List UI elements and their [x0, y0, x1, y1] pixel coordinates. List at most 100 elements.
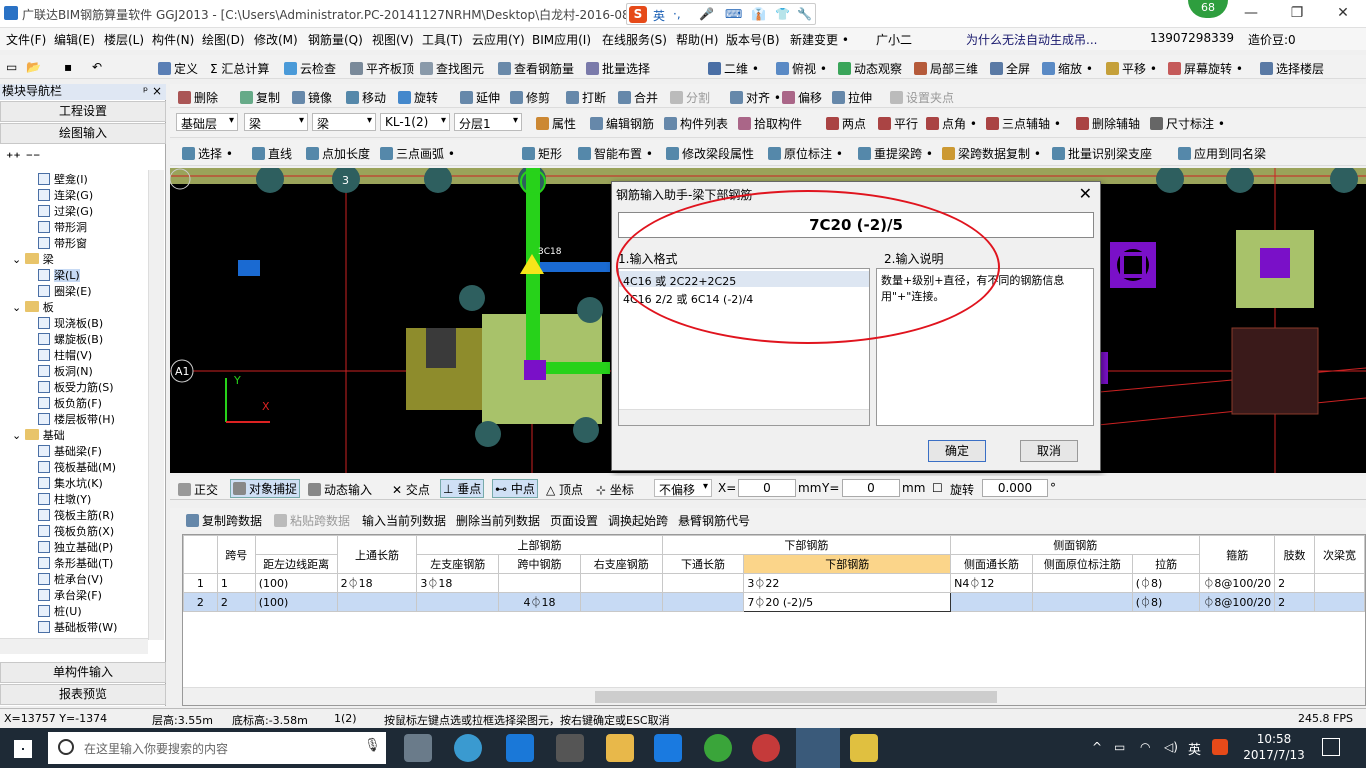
notes-app-icon[interactable] — [850, 734, 878, 762]
edge-icon[interactable] — [506, 734, 534, 762]
nav-hscrollbar[interactable] — [0, 638, 148, 654]
tray-volume-icon[interactable]: ◁) — [1164, 740, 1178, 754]
column-circle[interactable] — [1226, 168, 1254, 193]
user-phone[interactable]: 13907298339 — [1150, 31, 1234, 45]
clock-time[interactable]: 10:58 — [1246, 732, 1302, 746]
ortho-toggle[interactable]: 正交 — [178, 481, 218, 498]
menu-help[interactable]: 帮助(H) — [676, 31, 718, 48]
file-explorer-icon[interactable] — [606, 734, 634, 762]
tree-item[interactable]: 基础梁(F) — [38, 444, 102, 460]
table-row[interactable]: 1 1 (100) 2⏀18 3⏀18 3⏀22 N4⏀12 (⏀8) ⏀8@1… — [183, 573, 1365, 593]
column-circle[interactable] — [475, 421, 501, 447]
menu-guangxiaoer[interactable]: 广小二 — [876, 31, 912, 48]
tree-item[interactable]: 条形基础(T) — [38, 556, 113, 572]
span-data-grid[interactable]: 跨号 上通长筋 上部钢筋 下部钢筋 侧面钢筋 箍筋 肢数 次梁宽 距左边线距离 … — [182, 534, 1366, 706]
tree-item[interactable]: 柱帽(V) — [38, 348, 92, 364]
perpendicular-snap[interactable]: ⊥ 垂点 — [440, 479, 485, 498]
cloud-check-button[interactable]: 云检查 — [284, 60, 336, 77]
dynamic-view-button[interactable]: 动态观察 — [838, 60, 902, 77]
tree-item[interactable]: 带形洞 — [38, 220, 87, 236]
beam-blue[interactable] — [540, 262, 610, 272]
col-header[interactable]: 下通长筋 — [661, 554, 745, 574]
project-settings-button[interactable]: 工程设置 — [0, 101, 166, 122]
trim-button[interactable]: 修剪 — [510, 89, 550, 106]
price-beans[interactable]: 造价豆:0 — [1248, 31, 1296, 48]
tree-item[interactable]: 基础板带(W) — [38, 620, 117, 636]
col-header[interactable]: 次梁宽 — [1314, 535, 1365, 574]
table-row-selected[interactable]: 2 2 (100) 4⏀18 7⏀20 (-2)/5 (⏀8) ⏀8@100/2… — [183, 592, 1365, 612]
component-list-button[interactable]: 构件列表 — [664, 115, 728, 132]
cantilever-code-button[interactable]: 悬臂钢筋代号 — [678, 512, 750, 529]
cell[interactable]: 2 — [1274, 592, 1316, 612]
cell[interactable] — [661, 592, 745, 612]
menu-new-change[interactable]: 新建变更 • — [790, 31, 849, 48]
cell[interactable]: (100) — [254, 573, 338, 593]
tree-item[interactable]: 带形窗 — [38, 236, 87, 252]
in-place-annotation-dropdown[interactable]: 原位标注 • — [768, 145, 843, 162]
batch-identify-support-button[interactable]: 批量识别梁支座 — [1052, 145, 1152, 162]
tree-item[interactable]: 板负筋(F) — [38, 396, 102, 412]
tree-item[interactable]: 圈梁(E) — [38, 284, 92, 300]
zoom-dropdown[interactable]: 缩放 • — [1042, 60, 1093, 77]
cell[interactable] — [1314, 592, 1365, 612]
point-angle-dropdown[interactable]: 点角 • — [926, 115, 977, 132]
cell[interactable]: 2⏀18 — [336, 573, 418, 593]
copy-span-data-dropdown[interactable]: 梁跨数据复制 • — [942, 145, 1041, 162]
cell[interactable] — [661, 573, 745, 593]
x-input[interactable]: 0 — [738, 479, 796, 497]
browser-360-icon[interactable] — [454, 734, 482, 762]
column-square[interactable] — [524, 360, 546, 380]
green-app-icon[interactable] — [704, 734, 732, 762]
tree-item[interactable]: 现浇板(B) — [38, 316, 103, 332]
pan-dropdown[interactable]: 平移 • — [1106, 60, 1157, 77]
column-circle[interactable] — [573, 417, 599, 443]
menu-version[interactable]: 版本号(B) — [726, 31, 780, 48]
cell[interactable] — [579, 573, 663, 593]
move-button[interactable]: 移动 — [346, 89, 386, 106]
2d-dropdown[interactable]: 二维 • — [708, 60, 759, 77]
col-header[interactable]: 拉筋 — [1131, 554, 1201, 574]
rotate-screen-dropdown[interactable]: 屏幕旋转 • — [1168, 60, 1243, 77]
grid-hscrollbar[interactable] — [183, 687, 1365, 705]
properties-button[interactable]: 属性 — [536, 115, 576, 132]
paste-span-data-button[interactable]: 粘贴跨数据 — [274, 512, 350, 529]
parallel-button[interactable]: 平行 — [878, 115, 918, 132]
tree-item[interactable]: 壁龛(I) — [38, 172, 88, 188]
layer-select[interactable]: 分层1 — [454, 113, 522, 131]
dynamic-input-toggle[interactable]: 动态输入 — [308, 481, 372, 498]
menu-online[interactable]: 在线服务(S) — [602, 31, 667, 48]
col-header[interactable]: 箍筋 — [1199, 535, 1276, 574]
mirror-button[interactable]: 镜像 — [292, 89, 332, 106]
rotate-checkbox[interactable]: ☐ — [932, 481, 943, 495]
intersection-snap[interactable]: ✕ 交点 — [392, 481, 430, 498]
column-circle[interactable] — [424, 168, 452, 193]
tree-item[interactable]: 筏板主筋(R) — [38, 508, 114, 524]
col-header[interactable]: 距左边线距离 — [254, 554, 338, 574]
midpoint-snap[interactable]: ⊷ 中点 — [492, 479, 538, 498]
tree-chevron-icon[interactable]: ⌄ — [12, 429, 25, 442]
tree-item[interactable]: 楼层板带(H) — [38, 412, 115, 428]
tree-item[interactable]: 承台梁(F) — [38, 588, 102, 604]
mic-icon[interactable]: 🎙 — [364, 738, 381, 753]
expand-collapse-icons[interactable]: ⁺⁺ ⁻⁻ — [6, 150, 40, 166]
copy-button[interactable]: 复制 — [240, 89, 280, 106]
cell[interactable]: ⏀8@100/20 — [1199, 573, 1276, 593]
save-icon[interactable]: ▪ — [64, 60, 72, 74]
cell[interactable]: 3⏀18 — [416, 573, 500, 593]
page-setup-button[interactable]: 页面设置 — [550, 512, 598, 529]
fullscreen-button[interactable]: 全屏 — [990, 60, 1030, 77]
tray-sogou-icon[interactable] — [1212, 739, 1228, 755]
menu-modify[interactable]: 修改(M) — [254, 31, 298, 48]
col-header[interactable]: 左支座钢筋 — [416, 554, 500, 574]
tree-item[interactable]: 螺旋板(B) — [38, 332, 103, 348]
glodon-icon[interactable] — [654, 734, 682, 762]
minimize-button[interactable]: — — [1228, 0, 1274, 28]
cell[interactable] — [498, 573, 581, 593]
wall-stub[interactable] — [1100, 352, 1108, 384]
tray-wifi-icon[interactable]: ◠ — [1140, 740, 1150, 754]
align-dropdown[interactable]: 对齐 • — [730, 89, 781, 106]
cell[interactable] — [579, 592, 663, 612]
summary-calc-button[interactable]: Σ 汇总计算 — [210, 60, 269, 77]
question-link[interactable]: 为什么无法自动生成吊... — [966, 31, 1097, 48]
tree-item[interactable]: 桩承台(V) — [38, 572, 103, 588]
